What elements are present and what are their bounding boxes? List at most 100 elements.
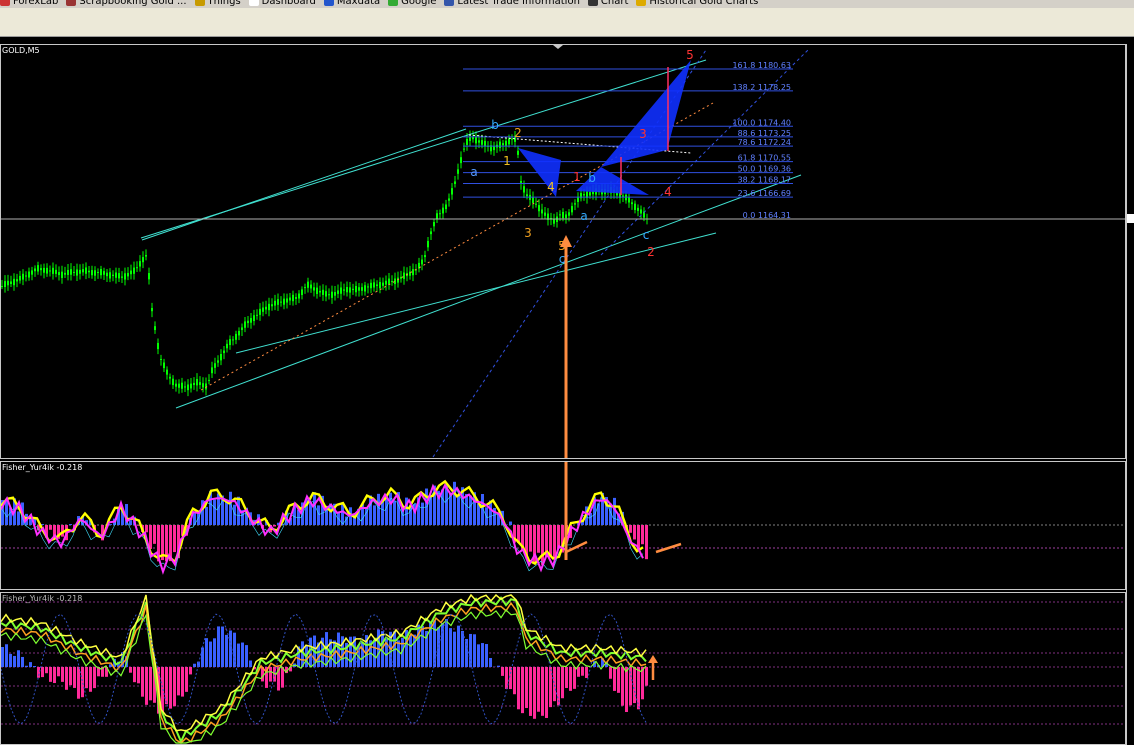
histogram-bar [529,525,532,552]
candle-body [562,211,564,219]
wave-label: a [470,165,477,179]
wave-label: b [588,171,596,185]
bookmark-item[interactable]: Historical Gold Charts [636,0,758,7]
candle-body [58,272,60,276]
candle-body [373,282,375,288]
price-axis[interactable] [1126,44,1134,745]
histogram-bar [245,645,248,667]
wave-label: 2 [647,245,655,259]
candle-body [559,214,561,216]
candle-body [217,360,219,363]
bookmark-item[interactable]: Chart [587,0,629,7]
histogram-bar [565,667,568,689]
channel-line [141,128,467,241]
candle-body [466,139,468,145]
candle-body [151,307,153,312]
indicator-pane-1[interactable]: Fisher_Yur4ik -0.218 [0,461,1126,590]
histogram-bar [209,641,212,667]
histogram-bar [193,663,196,667]
histogram-bar [69,667,72,686]
bookmark-item[interactable]: Google [388,0,436,7]
wave-label: 4 [664,185,672,199]
candle-body [208,379,210,381]
histogram-bar [17,511,20,525]
histogram-bar [181,667,184,697]
candle-body [319,290,321,293]
histogram-bar [65,667,68,690]
candle-body [358,287,360,291]
candle-body [316,287,318,294]
candle-body [460,157,462,164]
histogram-bar [213,638,216,667]
fisher-indicator-2-svg [1,593,1125,744]
fib-label: 61.8 1170.55 [738,154,791,163]
histogram-bar [341,503,344,525]
histogram-bar [169,667,172,709]
candle-body [22,273,24,280]
bookmark-item[interactable]: Maxdata [323,0,380,7]
histogram-bar [621,667,624,706]
candle-body [463,148,465,150]
candle-body [382,282,384,286]
histogram-bar [553,525,556,559]
folder-icon [194,0,205,6]
candle-body [361,287,363,291]
histogram-bar [57,667,60,677]
candle-body [148,273,150,280]
candle-body [424,255,426,258]
histogram-bar [145,667,148,705]
harmonic-pattern [518,60,691,197]
candle-body [364,285,366,292]
candle-body [304,287,306,289]
histogram-bar [281,667,284,688]
bookmark-item[interactable]: Scrapbooking Gold ... [66,0,187,7]
candle-body [25,275,27,277]
candle-body [307,281,309,288]
candle-body [214,363,216,368]
histogram-bar [173,525,176,553]
fib-label: 100.0 1174.40 [732,118,791,127]
fib-label: 78.6 1172.24 [738,138,791,147]
candle-body [244,321,246,328]
histogram-bar [577,667,580,677]
histogram-bar [421,502,424,525]
histogram-bar [213,499,216,525]
candle-body [403,272,405,279]
histogram-bar [617,667,620,693]
candle-body [451,188,453,195]
wave-label: 1 [503,154,511,168]
indicator-1-histogram [1,481,648,565]
wave-label: 2 [514,126,522,140]
bookmark-item[interactable]: Latest Trade Information [444,0,580,7]
candle-body [340,287,342,294]
bookmark-item[interactable]: ForexLab [0,0,58,7]
histogram-bar [377,493,380,525]
candle-body [283,298,285,305]
bookmark-item[interactable]: Things [194,0,241,7]
candle-body [37,265,39,272]
candle-body [322,289,324,295]
main-chart-pane[interactable]: GOLD,M5 161.8 1180.63 138.2 1178.25 100.0 … [0,44,1126,459]
bookmark-item[interactable]: Dashboard [248,0,316,7]
scroll-marker [553,45,563,49]
histogram-bar [553,667,556,702]
histogram-bar [521,667,524,714]
candle-body [349,287,351,293]
candle-body [139,261,141,267]
bookmark-label: Chart [600,0,629,7]
histogram-bar [249,660,252,667]
candle-body [19,275,21,281]
candle-body [163,362,165,369]
indicator-pane-2[interactable]: Fisher_Yur4ik -0.218 [0,592,1126,745]
price-chart-svg[interactable]: 161.8 1180.63 138.2 1178.25 100.0 1174.40 8… [1,45,1126,459]
histogram-bar [397,640,400,667]
candle-body [160,358,162,360]
histogram-bar [573,667,576,689]
candle-body [379,282,381,289]
candle-body [427,240,429,248]
histogram-bar [489,658,492,667]
candle-body [526,194,528,197]
histogram-bar [53,667,56,684]
candle-body [433,222,435,227]
histogram-bar [465,638,468,667]
